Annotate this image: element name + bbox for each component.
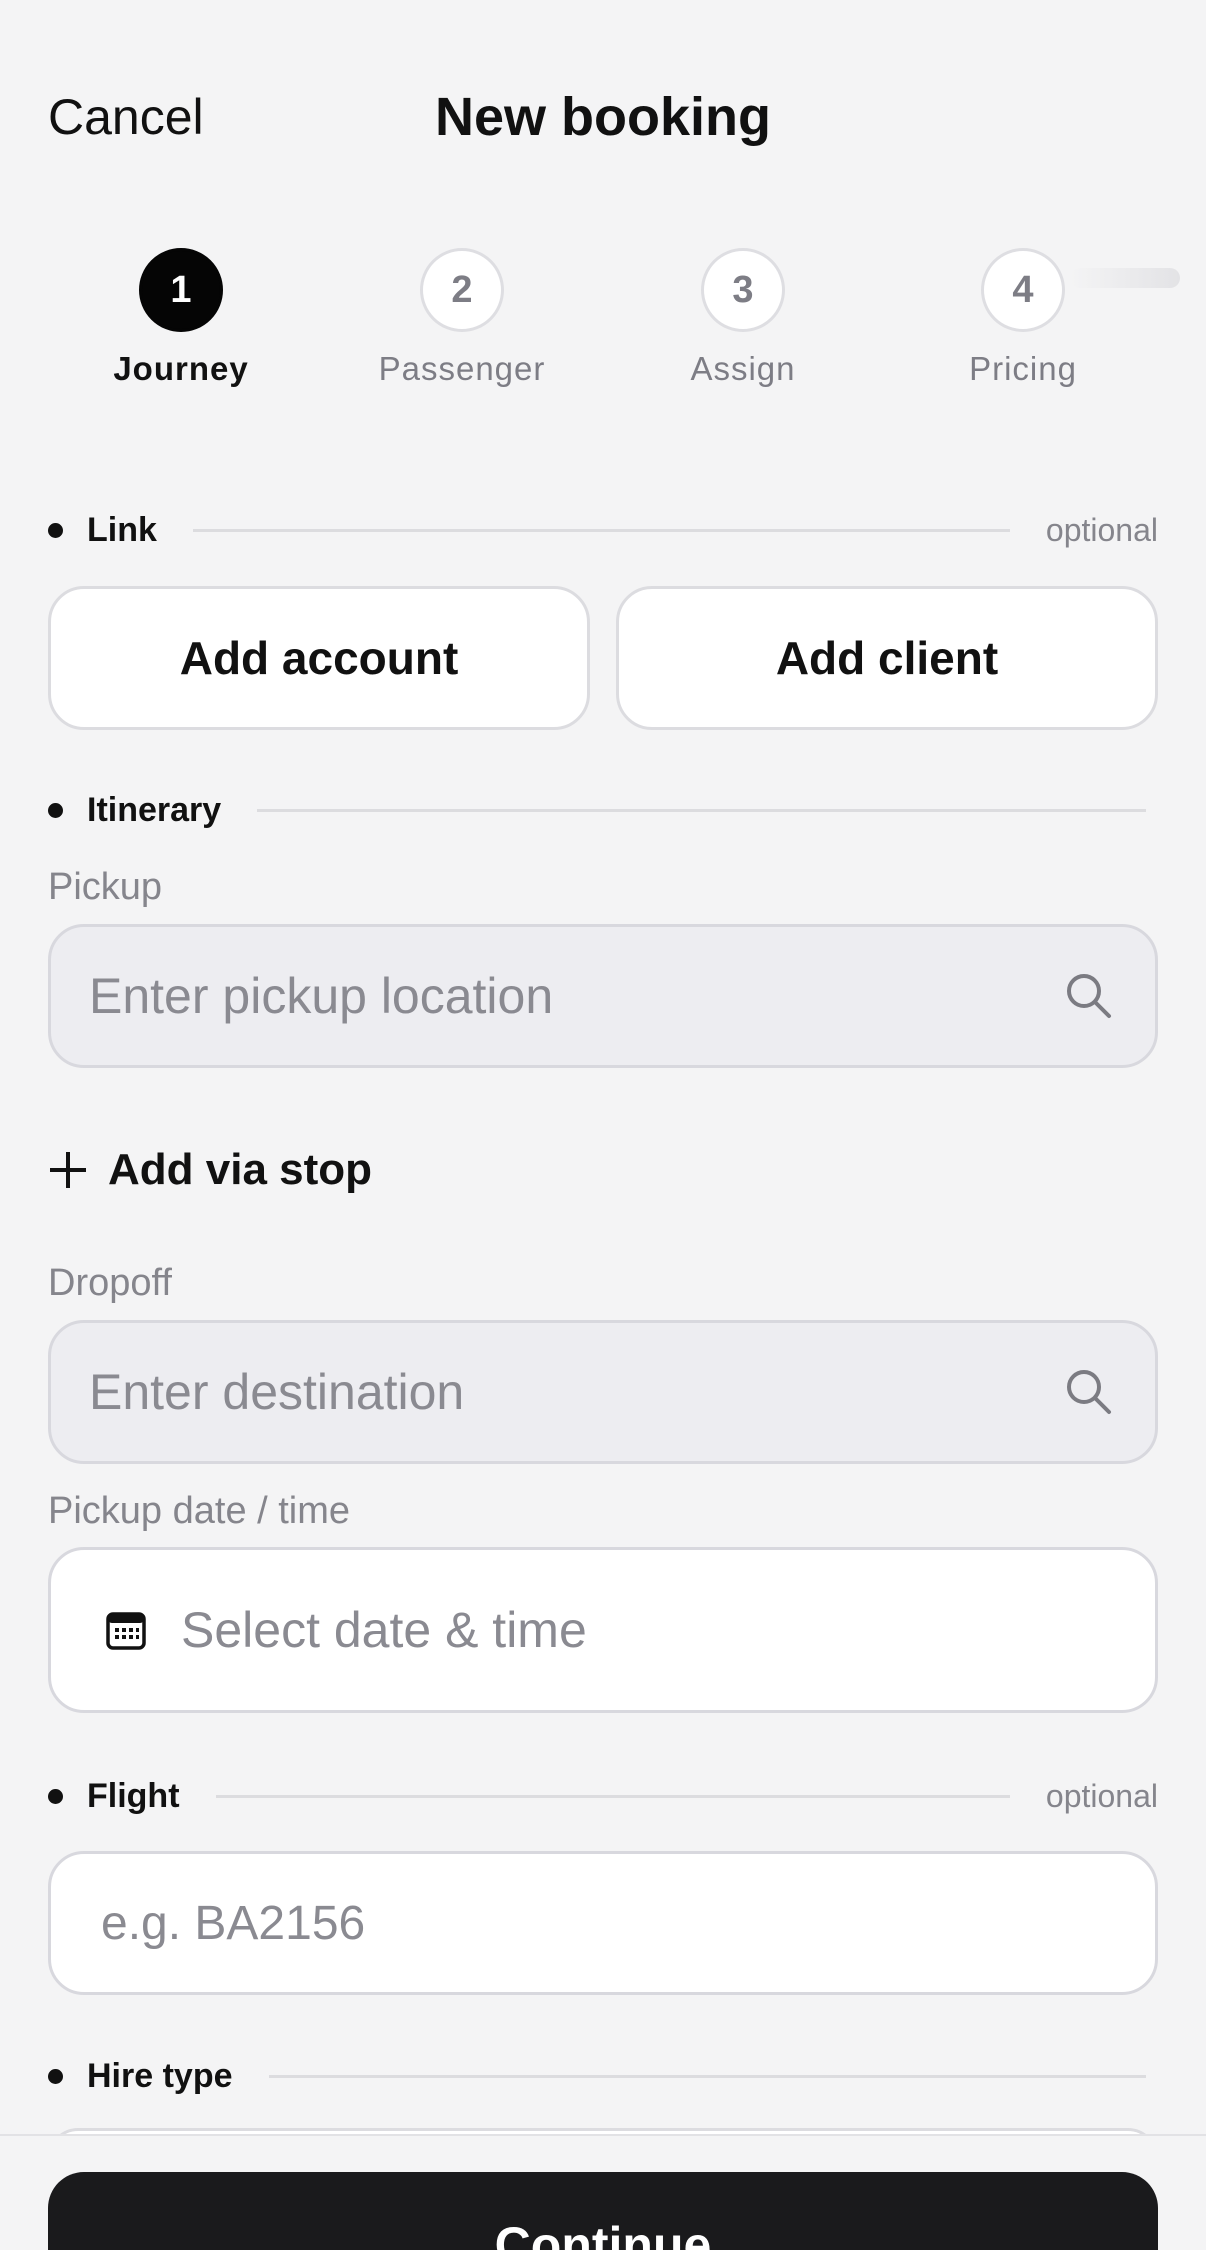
divider: [257, 808, 1146, 812]
add-via-stop-button[interactable]: Add via stop: [48, 1140, 372, 1200]
step-assign[interactable]: 3 Assign: [633, 248, 853, 388]
dropoff-placeholder: Enter destination: [89, 1364, 465, 1420]
add-account-button[interactable]: Add account: [48, 586, 590, 730]
step-passenger[interactable]: 2 Passenger: [352, 248, 572, 388]
section-header-link: Link optional: [48, 510, 1158, 550]
section-header-hire-type: Hire type: [48, 2056, 1158, 2096]
add-via-label: Add via stop: [108, 1145, 373, 1194]
footer-bar: Continue: [0, 2134, 1206, 2250]
step-number: 3: [701, 248, 785, 332]
header: Cancel New booking: [0, 0, 1206, 240]
pickup-datetime-label: Pickup date / time: [48, 1490, 351, 1532]
datetime-placeholder: Select date & time: [181, 1602, 587, 1658]
bullet-dot: [48, 2068, 63, 2084]
step-label: Passenger: [378, 350, 546, 387]
flight-number-input[interactable]: e.g. BA2156: [48, 1851, 1158, 1995]
page-title: New booking: [435, 87, 771, 147]
section-title: Link: [87, 510, 157, 549]
continue-button[interactable]: Continue: [48, 2172, 1158, 2250]
pickup-label: Pickup: [48, 866, 163, 908]
section-title: Hire type: [87, 2056, 233, 2095]
section-header-flight: Flight optional: [48, 1776, 1158, 1816]
pickup-placeholder: Enter pickup location: [89, 968, 554, 1024]
bullet-dot: [48, 1788, 63, 1804]
pickup-input[interactable]: Enter pickup location: [48, 924, 1158, 1068]
section-header-itinerary: Itinerary: [48, 790, 1158, 830]
dropoff-label: Dropoff: [48, 1262, 172, 1304]
optional-label: optional: [1045, 511, 1158, 548]
step-label: Pricing: [969, 350, 1077, 387]
pickup-datetime-input[interactable]: Select date & time: [48, 1547, 1158, 1713]
booking-stepper: 1 Journey 2 Passenger 3 Assign 4 Pricing: [0, 248, 1206, 398]
optional-label: optional: [1045, 1777, 1158, 1814]
section-title: Flight: [87, 1776, 180, 1815]
calendar-icon: [106, 1612, 146, 1650]
divider: [215, 1794, 1010, 1798]
dropoff-input[interactable]: Enter destination: [48, 1320, 1158, 1464]
step-journey[interactable]: 1 Journey: [71, 248, 291, 388]
stepper-scroll-fade: [1070, 268, 1180, 288]
step-number: 4: [981, 248, 1065, 332]
flight-placeholder: e.g. BA2156: [101, 1896, 366, 1950]
divider: [268, 2074, 1146, 2078]
search-icon: [1067, 1370, 1111, 1414]
step-number: 1: [139, 248, 223, 332]
divider: [192, 528, 1010, 532]
section-title: Itinerary: [87, 790, 222, 829]
plus-icon: [48, 1150, 88, 1190]
bullet-dot: [48, 522, 63, 538]
step-label: Assign: [690, 350, 796, 387]
add-client-button[interactable]: Add client: [616, 586, 1158, 730]
search-icon: [1067, 974, 1111, 1018]
step-label: Journey: [113, 350, 249, 387]
step-number: 2: [420, 248, 504, 332]
bullet-dot: [48, 802, 63, 818]
